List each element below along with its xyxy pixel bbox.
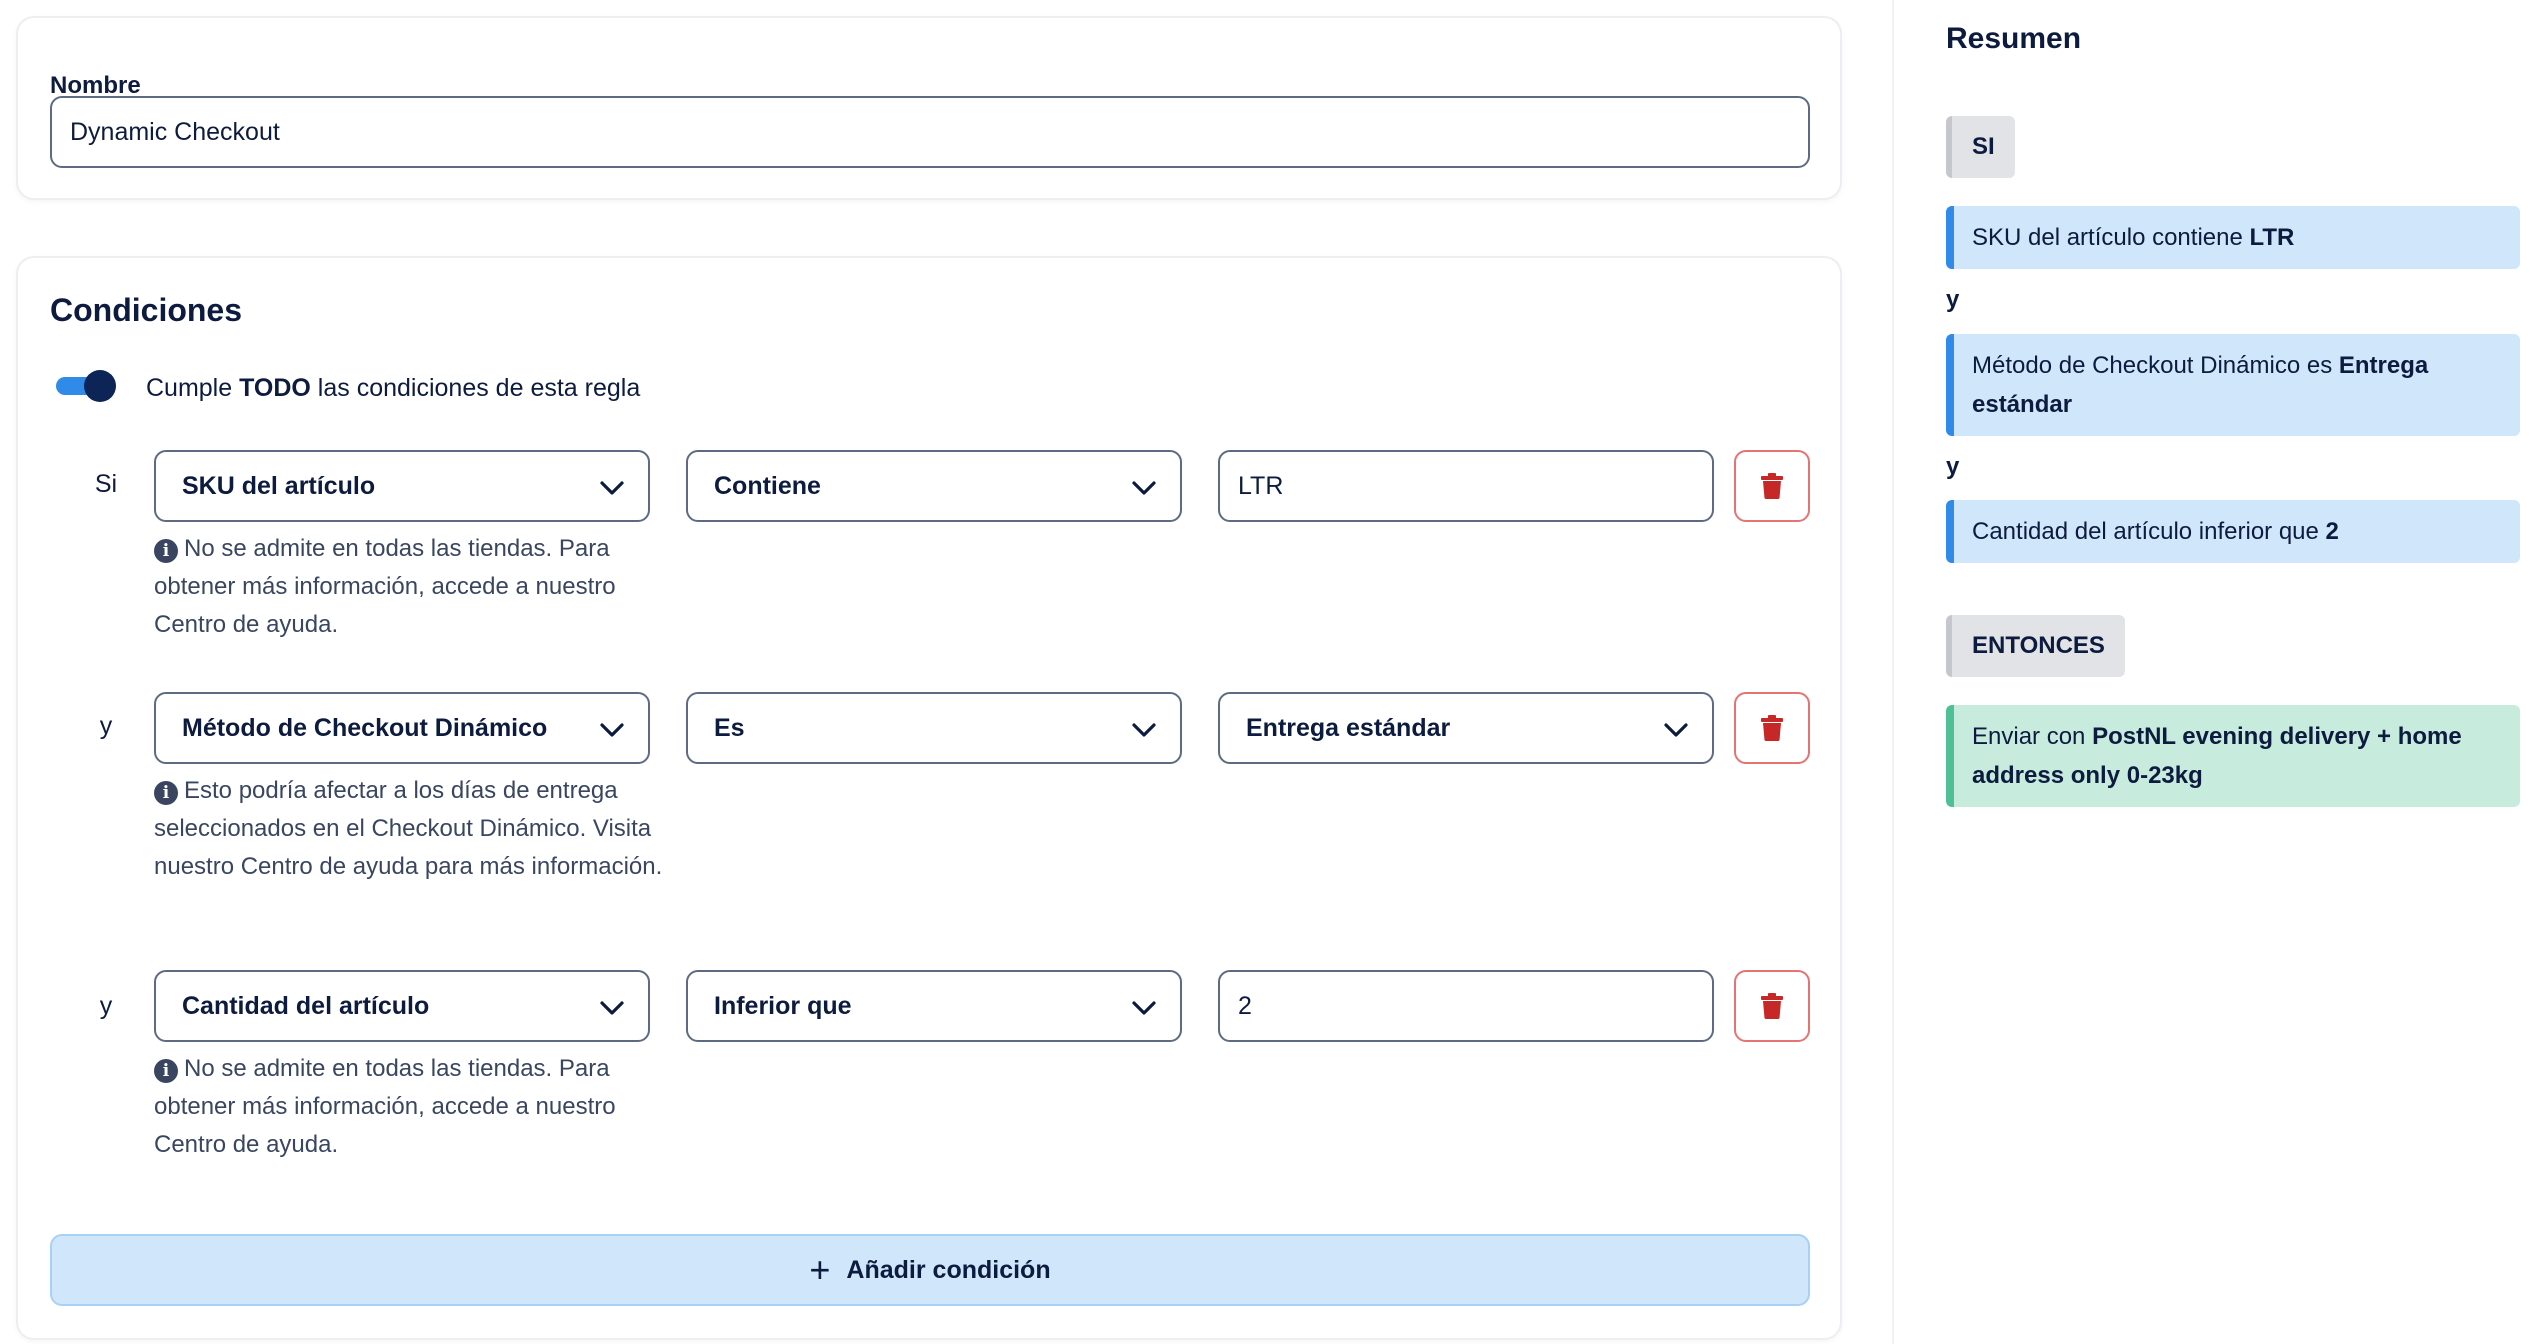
chevron-down-icon (1132, 1001, 1156, 1015)
note-text: Esto podría afectar a los días de entreg… (154, 777, 663, 880)
summary-joiner: y (1946, 286, 1960, 313)
condition-value-input[interactable] (1218, 970, 1714, 1042)
select-value: SKU del artículo (182, 471, 376, 500)
match-all-toggle[interactable] (56, 370, 116, 402)
if-tag: SI (1946, 116, 2015, 178)
summary-condition-text: SKU del artículo contiene (1972, 224, 2250, 251)
condition-value-input[interactable] (1218, 450, 1714, 522)
chevron-down-icon (600, 481, 624, 495)
chevron-down-icon (1132, 481, 1156, 495)
info-icon: i (154, 781, 178, 805)
condition-operator-select[interactable]: Es (686, 692, 1182, 764)
summary-condition: SKU del artículo contiene LTR (1946, 206, 2520, 269)
condition-info-note: i Esto podría afectar a los días de entre… (154, 772, 664, 886)
condition-field-select[interactable]: SKU del artículo (154, 450, 650, 522)
toggle-text-bold: TODO (239, 374, 311, 402)
conditions-title: Condiciones (50, 292, 243, 328)
summary-condition: Método de Checkout Dinámico es Entrega e… (1946, 334, 2520, 436)
condition-operator-select[interactable]: Contiene (686, 450, 1182, 522)
condition-field-select[interactable]: Método de Checkout Dinámico (154, 692, 650, 764)
select-value: Inferior que (714, 991, 852, 1020)
note-text: No se admite en todas las tiendas. Para … (154, 535, 616, 638)
chevron-down-icon (600, 1001, 624, 1015)
delete-condition-button[interactable] (1734, 970, 1810, 1042)
summary-condition: Cantidad del artículo inferior que 2 (1946, 500, 2520, 563)
add-condition-button[interactable]: + Añadir condición (50, 1234, 1810, 1306)
column-divider (1892, 0, 1894, 1344)
summary-action: Enviar con PostNL evening delivery + hom… (1946, 705, 2520, 807)
trash-icon (1761, 993, 1783, 1019)
match-all-label: Cumple TODO las condiciones de esta regl… (146, 374, 640, 403)
trash-icon (1761, 473, 1783, 499)
summary-action-text: Enviar con (1972, 723, 2093, 750)
then-tag: ENTONCES (1946, 615, 2125, 677)
toggle-text-pre: Cumple (146, 374, 240, 402)
summary-condition-text: Cantidad del artículo inferior que (1972, 518, 2326, 545)
chevron-down-icon (1664, 723, 1688, 737)
summary-condition-value: 2 (2325, 518, 2339, 545)
select-value: Cantidad del artículo (182, 991, 430, 1020)
trash-icon (1761, 715, 1783, 741)
chevron-down-icon (600, 723, 624, 737)
plus-icon: + (809, 1249, 831, 1290)
condition-info-note: i No se admite en todas las tiendas. Para… (154, 1050, 654, 1164)
delete-condition-button[interactable] (1734, 450, 1810, 522)
select-value: Método de Checkout Dinámico (182, 713, 548, 742)
row-prefix: Si (94, 470, 118, 498)
select-value: Es (714, 713, 745, 742)
name-input[interactable] (50, 96, 1810, 168)
condition-operator-select[interactable]: Inferior que (686, 970, 1182, 1042)
add-condition-label: Añadir condición (846, 1255, 1051, 1284)
info-icon: i (154, 539, 178, 563)
summary-condition-text: Método de Checkout Dinámico es (1972, 352, 2339, 379)
toggle-text-post: las condiciones de esta regla (310, 374, 641, 402)
summary-condition-value: LTR (2249, 224, 2295, 251)
condition-value-select[interactable]: Entrega estándar (1218, 692, 1714, 764)
row-prefix: y (99, 992, 113, 1020)
select-value: Contiene (714, 471, 821, 500)
conditions-card: Condiciones Cumple TODO las condiciones … (16, 256, 1842, 1340)
info-icon: i (154, 1059, 178, 1083)
select-value: Entrega estándar (1246, 713, 1451, 742)
delete-condition-button[interactable] (1734, 692, 1810, 764)
chevron-down-icon (1132, 723, 1156, 737)
note-text: No se admite en todas las tiendas. Para … (154, 1055, 616, 1158)
row-prefix: y (99, 712, 113, 740)
name-card: Nombre (16, 16, 1842, 200)
toggle-knob (84, 370, 116, 402)
summary-joiner: y (1946, 453, 1960, 480)
condition-field-select[interactable]: Cantidad del artículo (154, 970, 650, 1042)
condition-info-note: i No se admite en todas las tiendas. Para… (154, 530, 654, 644)
summary-title: Resumen (1946, 22, 2082, 55)
